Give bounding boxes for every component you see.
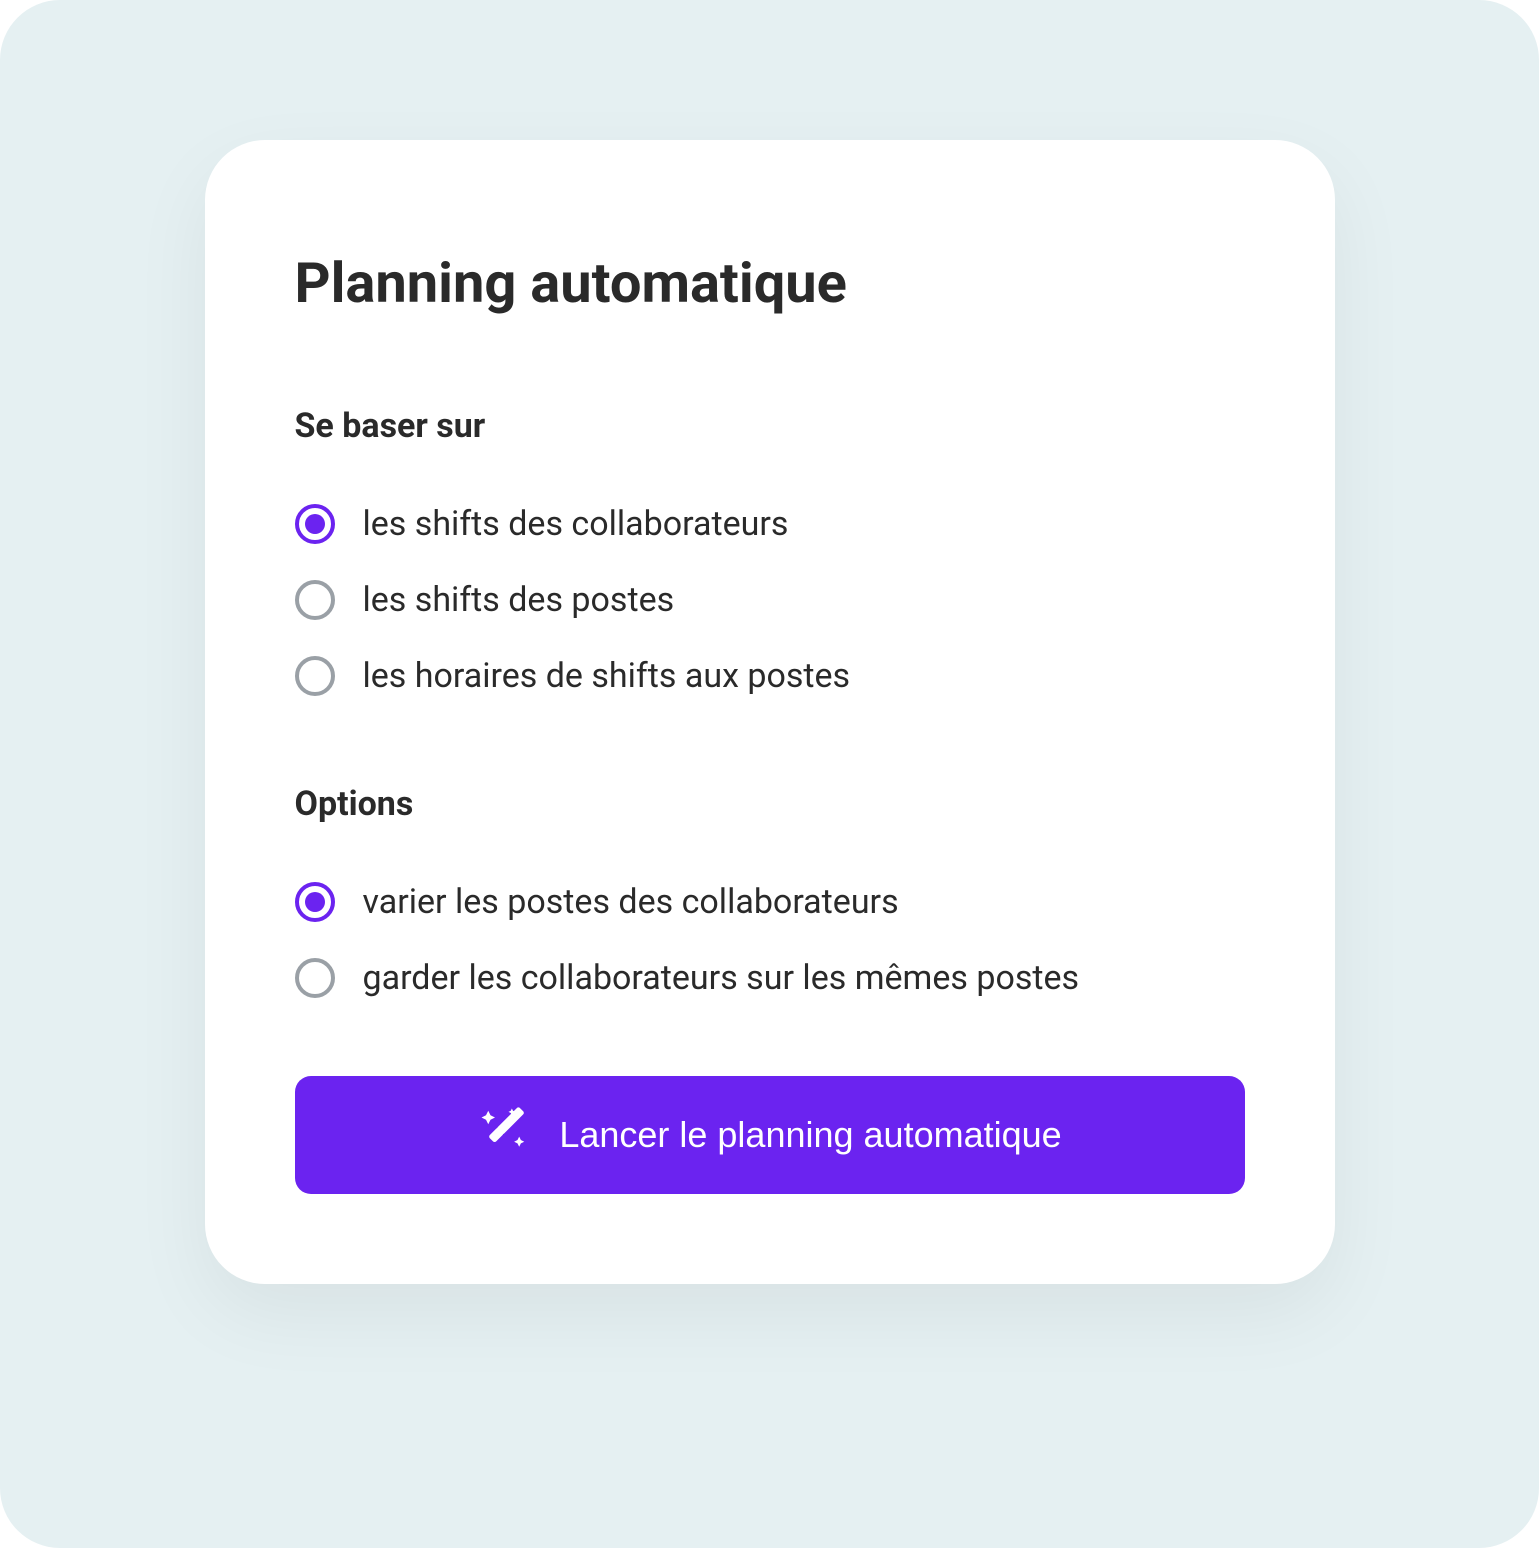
radio-option-shifts-collaborators[interactable]: les shifts des collaborateurs xyxy=(295,486,1245,562)
page-background: Planning automatique Se baser sur les sh… xyxy=(0,0,1539,1548)
radio-icon xyxy=(295,656,335,696)
radio-label: garder les collaborateurs sur les mêmes … xyxy=(363,958,1080,998)
radio-option-horaires-postes[interactable]: les horaires de shifts aux postes xyxy=(295,638,1245,714)
radio-group-options: varier les postes des collaborateurs gar… xyxy=(295,864,1245,1016)
radio-option-vary-postes[interactable]: varier les postes des collaborateurs xyxy=(295,864,1245,940)
launch-button-label: Lancer le planning automatique xyxy=(559,1114,1061,1156)
section-label-based-on: Se baser sur xyxy=(295,406,1245,446)
dialog-title: Planning automatique xyxy=(295,250,1245,316)
radio-icon xyxy=(295,504,335,544)
radio-icon xyxy=(295,958,335,998)
launch-planning-button[interactable]: Lancer le planning automatique xyxy=(295,1076,1245,1194)
radio-option-shifts-postes[interactable]: les shifts des postes xyxy=(295,562,1245,638)
radio-option-keep-postes[interactable]: garder les collaborateurs sur les mêmes … xyxy=(295,940,1245,1016)
magic-wand-icon xyxy=(477,1104,531,1167)
section-label-options: Options xyxy=(295,784,1245,824)
radio-label: les shifts des postes xyxy=(363,580,675,620)
planning-dialog: Planning automatique Se baser sur les sh… xyxy=(205,140,1335,1284)
radio-group-based-on: les shifts des collaborateurs les shifts… xyxy=(295,486,1245,714)
radio-label: les shifts des collaborateurs xyxy=(363,504,789,544)
radio-label: les horaires de shifts aux postes xyxy=(363,656,851,696)
radio-icon xyxy=(295,580,335,620)
radio-icon xyxy=(295,882,335,922)
radio-label: varier les postes des collaborateurs xyxy=(363,882,899,922)
